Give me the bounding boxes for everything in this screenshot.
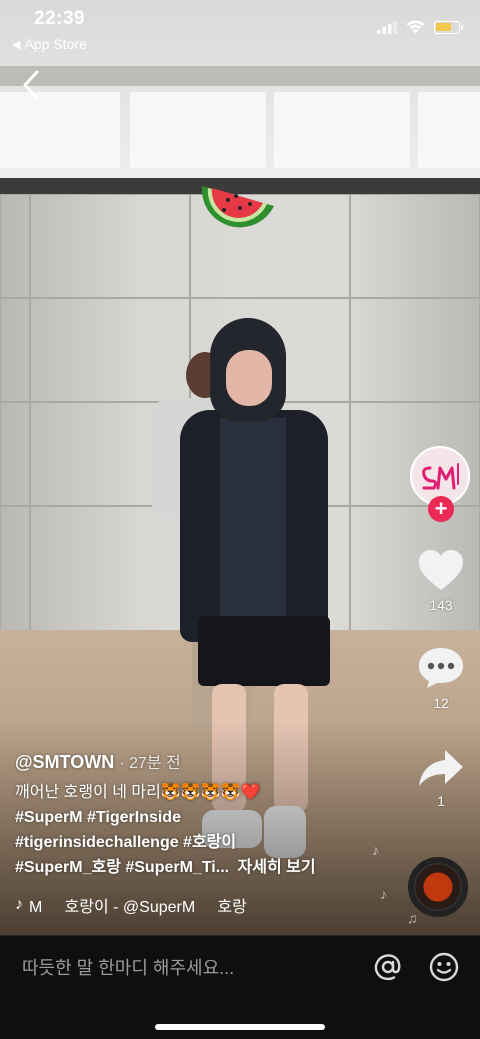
status-time: 22:39	[34, 8, 86, 29]
video-ceiling-beam	[0, 66, 480, 86]
hashtag-line[interactable]: #SuperM_호랑 #SuperM_Ti...	[15, 859, 229, 876]
hashtag-line[interactable]: #SuperM #TigerInside	[15, 805, 400, 830]
share-count: 1	[437, 793, 445, 809]
caption-line: 깨어난 호랭이 네 마리🐯🐯🐯🐯❤️	[15, 784, 261, 801]
music-note-icon: ♪	[15, 896, 23, 913]
floating-note-icon: ♪	[372, 842, 379, 858]
share-button[interactable]: 1	[409, 748, 473, 809]
video-caption: @SMTOWN · 27분 전 깨어난 호랭이 네 마리🐯🐯🐯🐯❤️ #Supe…	[15, 750, 400, 880]
back-triangle-icon: ◀	[12, 38, 21, 51]
post-age: · 27분 전	[119, 755, 181, 772]
comment-button[interactable]: 12	[409, 646, 473, 711]
video-ceiling-panel	[0, 92, 120, 168]
cellular-signal-icon	[377, 20, 397, 34]
battery-fill	[436, 22, 451, 31]
watermelon-icon	[201, 186, 274, 228]
video-ceiling-panel	[130, 92, 266, 168]
music-title: M 호랑이 - @SuperM 호랑	[29, 899, 247, 916]
author-line: @SMTOWN · 27분 전	[15, 750, 400, 776]
follow-plus-icon[interactable]: +	[428, 496, 454, 522]
mention-icon[interactable]	[373, 952, 403, 982]
dancer-face	[226, 350, 272, 406]
battery-icon	[434, 20, 463, 34]
back-to-app-label: App Store	[24, 36, 87, 52]
comment-bubble-icon	[419, 648, 463, 688]
video-ceiling-panel	[418, 92, 480, 168]
comment-bar: 따듯한 말 한마디 해주세요...	[0, 935, 480, 1039]
dancer-shorts	[198, 616, 330, 686]
tiktok-video-screen: 22:39 ◀ App Store + 143 12 1 @SMTOWN · 2…	[0, 0, 480, 1039]
heart-icon	[419, 550, 463, 590]
home-indicator[interactable]	[155, 1024, 325, 1030]
floating-note-icon: ♪	[380, 886, 387, 902]
back-chevron-icon[interactable]	[18, 68, 46, 102]
music-disc[interactable]	[408, 857, 468, 917]
floating-note-icon: ♫	[407, 910, 418, 926]
author-username[interactable]: @SMTOWN	[15, 752, 114, 772]
music-marquee[interactable]: ♪ M 호랑이 - @SuperM 호랑	[15, 893, 265, 917]
status-icons	[377, 20, 463, 34]
back-to-app-link[interactable]: ◀ App Store	[12, 36, 87, 52]
wifi-icon	[406, 20, 425, 34]
like-button[interactable]: 143	[409, 548, 473, 613]
emoji-icon[interactable]	[429, 952, 459, 982]
like-count: 143	[429, 597, 453, 613]
see-more-link[interactable]: 자세히 보기	[238, 859, 316, 876]
dancer-shirt	[220, 418, 286, 628]
comment-count: 12	[433, 695, 449, 711]
hashtag-line[interactable]: #tigerinsidechallenge #호랑이	[15, 830, 400, 855]
share-arrow-icon	[419, 750, 463, 786]
comment-input[interactable]: 따듯한 말 한마디 해주세요...	[22, 954, 234, 980]
video-ceiling-panel	[274, 92, 410, 168]
